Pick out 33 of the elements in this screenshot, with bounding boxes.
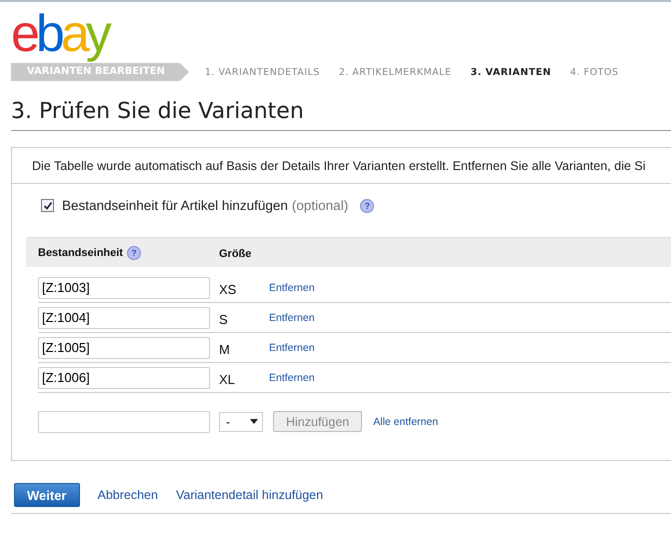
size-value: XL [219,371,236,387]
page-heading: 3. Prüfen Sie die Varianten [11,99,671,131]
help-icon[interactable]: ? [126,246,141,260]
caret-icon [250,419,258,424]
size-value: M [219,341,231,357]
ebay-logo: ebay [11,4,113,65]
help-icon[interactable]: ? [360,198,374,212]
size-value: S [219,311,229,327]
remove-link[interactable]: Entfernen [269,372,315,384]
remove-link[interactable]: Entfernen [269,312,315,324]
column-header: Größe [219,248,252,260]
checkbox[interactable] [41,199,54,212]
size-value: XS [219,281,238,297]
sku-input[interactable]: [Z:1006] [38,366,210,388]
remove-link[interactable]: Entfernen [269,282,315,294]
checkbox-label: Bestandseinheit für Artikel hinzufügen [62,198,288,213]
sku-input[interactable]: [Z:1005] [38,336,210,358]
size-dropdown[interactable]: - [219,412,263,432]
step-label: 2. ARTIKELMERKMALE [338,66,452,78]
sku-input[interactable]: [Z:1004] [38,306,210,328]
sku-input[interactable]: [Z:1003] [38,276,210,298]
add-detail-link[interactable]: Variantendetail hinzufügen [176,488,324,502]
continue-button[interactable]: Weiter [14,483,80,507]
remove-link[interactable]: Entfernen [269,342,315,354]
remove-all-link[interactable]: Alle entfernen [373,416,438,428]
step-label: 4. FOTOS [570,66,618,78]
column-header: Bestandseinheit [38,246,123,258]
sku-input[interactable] [38,410,210,432]
step-label: 1. VARIANTENDETAILS [204,66,320,78]
cancel-link[interactable]: Abbrechen [98,488,158,502]
optional-note: (optional) [292,198,348,213]
step-label: 3. VARIANTEN [470,66,552,78]
description-text: Die Tabelle wurde automatisch auf Basis der Details Ihrer Varianten erstellt. Entfernen Sie alle Varianten, die Si [12,148,671,184]
